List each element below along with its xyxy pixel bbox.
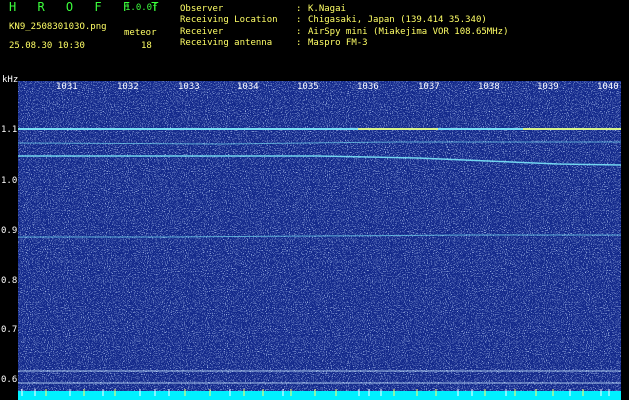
receiver-label: Receiver xyxy=(180,27,224,37)
meteor-label: meteor xyxy=(124,28,157,38)
x-tick-label: 1037 xyxy=(418,82,440,92)
filename-label: KN9_250830103O.png xyxy=(9,22,107,32)
y-tick-label: 1.0 xyxy=(1,176,18,186)
x-tick-label: 1034 xyxy=(237,82,259,92)
x-tick-label: 1035 xyxy=(297,82,319,92)
y-tick-label: 1.1 xyxy=(1,125,18,135)
y-tick-label: 0.9 xyxy=(1,226,18,236)
version-label: 1.0.0f xyxy=(125,3,158,13)
antenna-colon: : xyxy=(296,38,302,48)
y-tick-label: 0.8 xyxy=(1,276,18,286)
base-band xyxy=(18,391,621,400)
meteor-count: 18 xyxy=(141,41,152,51)
observer-label: Observer xyxy=(180,4,224,14)
location-label: Receiving Location xyxy=(180,15,278,25)
receiver-value: AirSpy mini (Miakejima VOR 108.65MHz) xyxy=(308,27,509,37)
x-tick-label: 1040 xyxy=(597,82,619,92)
spectrogram-canvas xyxy=(18,81,621,400)
location-colon: : xyxy=(296,15,302,25)
y-tick-label: 0.6 xyxy=(1,375,18,385)
x-tick-label: 1039 xyxy=(537,82,559,92)
x-tick-label: 1031 xyxy=(56,82,78,92)
x-tick-label: 1032 xyxy=(117,82,139,92)
header-panel: H R O F F T 1.0.0f KN9_250830103O.png me… xyxy=(0,0,629,85)
observer-value: K.Nagai xyxy=(308,4,346,14)
x-tick-label: 1033 xyxy=(178,82,200,92)
khz-unit-label: kHz xyxy=(2,75,19,85)
receiver-colon: : xyxy=(296,27,302,37)
x-tick-label: 1036 xyxy=(357,82,379,92)
spectrogram xyxy=(18,81,621,400)
datetime-label: 25.08.30 10:30 xyxy=(9,41,85,51)
x-tick-label: 1038 xyxy=(478,82,500,92)
location-value: Chigasaki, Japan (139.414 35.340) xyxy=(308,15,487,25)
antenna-value: Maspro FM-3 xyxy=(308,38,368,48)
antenna-label: Receiving antenna xyxy=(180,38,273,48)
observer-colon: : xyxy=(296,4,302,14)
y-tick-label: 0.7 xyxy=(1,325,18,335)
